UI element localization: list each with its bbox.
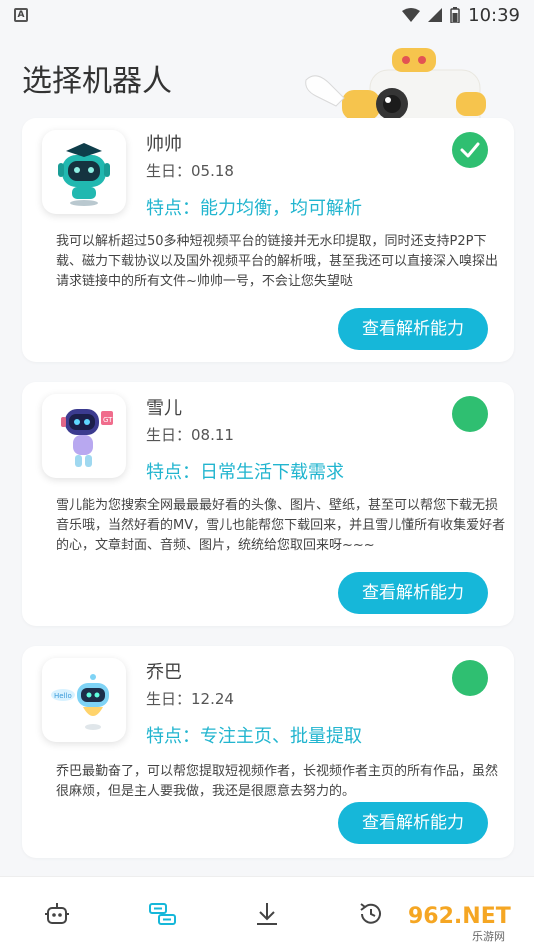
bot-card[interactable]: GT 雪儿 生日：08.11 特点：日常生活下载需求 雪儿能为您搜索全网最最最好… xyxy=(22,382,514,626)
bot-card[interactable]: 帅帅 生日：05.18 特点：能力均衡，均可解析 我可以解析超过50多种短视频平… xyxy=(22,118,514,362)
bot-avatar xyxy=(42,130,126,214)
nav-robot[interactable] xyxy=(42,899,72,929)
bot-description: 乔巴最勤奋了，可以帮您提取短视频作者，长视频作者主页的所有作品，虽然很麻烦，但是… xyxy=(56,764,499,799)
bot-avatar: GT xyxy=(42,394,126,478)
robot-girl-icon: GT xyxy=(61,409,113,467)
bot-description: 雪儿能为您搜索全网最最最好看的头像、图片、壁纸，甚至可以帮您下载无损音乐哦，当然… xyxy=(56,498,506,553)
bot-feature: 特点：日常生活下载需求 xyxy=(146,462,344,483)
check-icon xyxy=(460,142,480,158)
nav-history[interactable] xyxy=(356,899,386,929)
battery-icon xyxy=(450,7,460,23)
history-icon xyxy=(360,903,381,924)
view-parse-ability-button[interactable]: 查看解析能力 xyxy=(338,802,488,844)
bot-avatar: Hello xyxy=(42,658,126,742)
nav-parse[interactable] xyxy=(148,899,178,929)
page-title: 选择机器人 xyxy=(22,64,172,99)
bot-description: 我可以解析超过50多种短视频平台的链接并无水印提取，同时还支持P2P下载、磁力下… xyxy=(56,234,499,289)
watermark-logo-text: 962.NET xyxy=(408,904,511,929)
status-bar: A 10:39 xyxy=(0,0,534,30)
notification-icon: A xyxy=(14,8,28,22)
select-badge[interactable] xyxy=(452,396,488,432)
bot-birthday: 生日：08.11 xyxy=(146,426,234,444)
bot-name: 雪儿 xyxy=(146,398,182,419)
bot-feature: 特点：能力均衡，均可解析 xyxy=(146,198,362,219)
selected-check-badge[interactable] xyxy=(452,132,488,168)
view-parse-ability-button[interactable]: 查看解析能力 xyxy=(338,308,488,350)
wifi-icon xyxy=(402,8,421,22)
robot-graduate-icon xyxy=(58,143,110,206)
bot-birthday: 生日：12.24 xyxy=(146,690,234,708)
parse-icon xyxy=(149,903,176,925)
watermark-sub-text: 乐游网 xyxy=(472,930,505,943)
robot-icon xyxy=(45,903,69,924)
view-parse-ability-button[interactable]: 查看解析能力 xyxy=(338,572,488,614)
site-watermark: 962.NET 乐游网 xyxy=(398,900,534,946)
status-icons: 10:39 xyxy=(402,5,520,26)
bot-birthday: 生日：05.18 xyxy=(146,162,234,180)
svg-text:GT: GT xyxy=(103,416,113,424)
svg-text:Hello: Hello xyxy=(54,692,72,700)
nav-download[interactable] xyxy=(252,899,282,929)
status-time: 10:39 xyxy=(468,4,520,26)
bot-name: 帅帅 xyxy=(146,134,182,155)
bot-feature: 特点：专注主页、批量提取 xyxy=(146,726,362,747)
download-icon xyxy=(257,903,277,925)
robot-hello-icon: Hello xyxy=(51,674,109,730)
signal-icon xyxy=(428,8,443,22)
select-badge[interactable] xyxy=(452,660,488,696)
bot-card[interactable]: Hello 乔巴 生日：12.24 特点：专注主页、批量提取 乔巴最勤奋了，可以… xyxy=(22,646,514,858)
bot-name: 乔巴 xyxy=(146,662,182,683)
